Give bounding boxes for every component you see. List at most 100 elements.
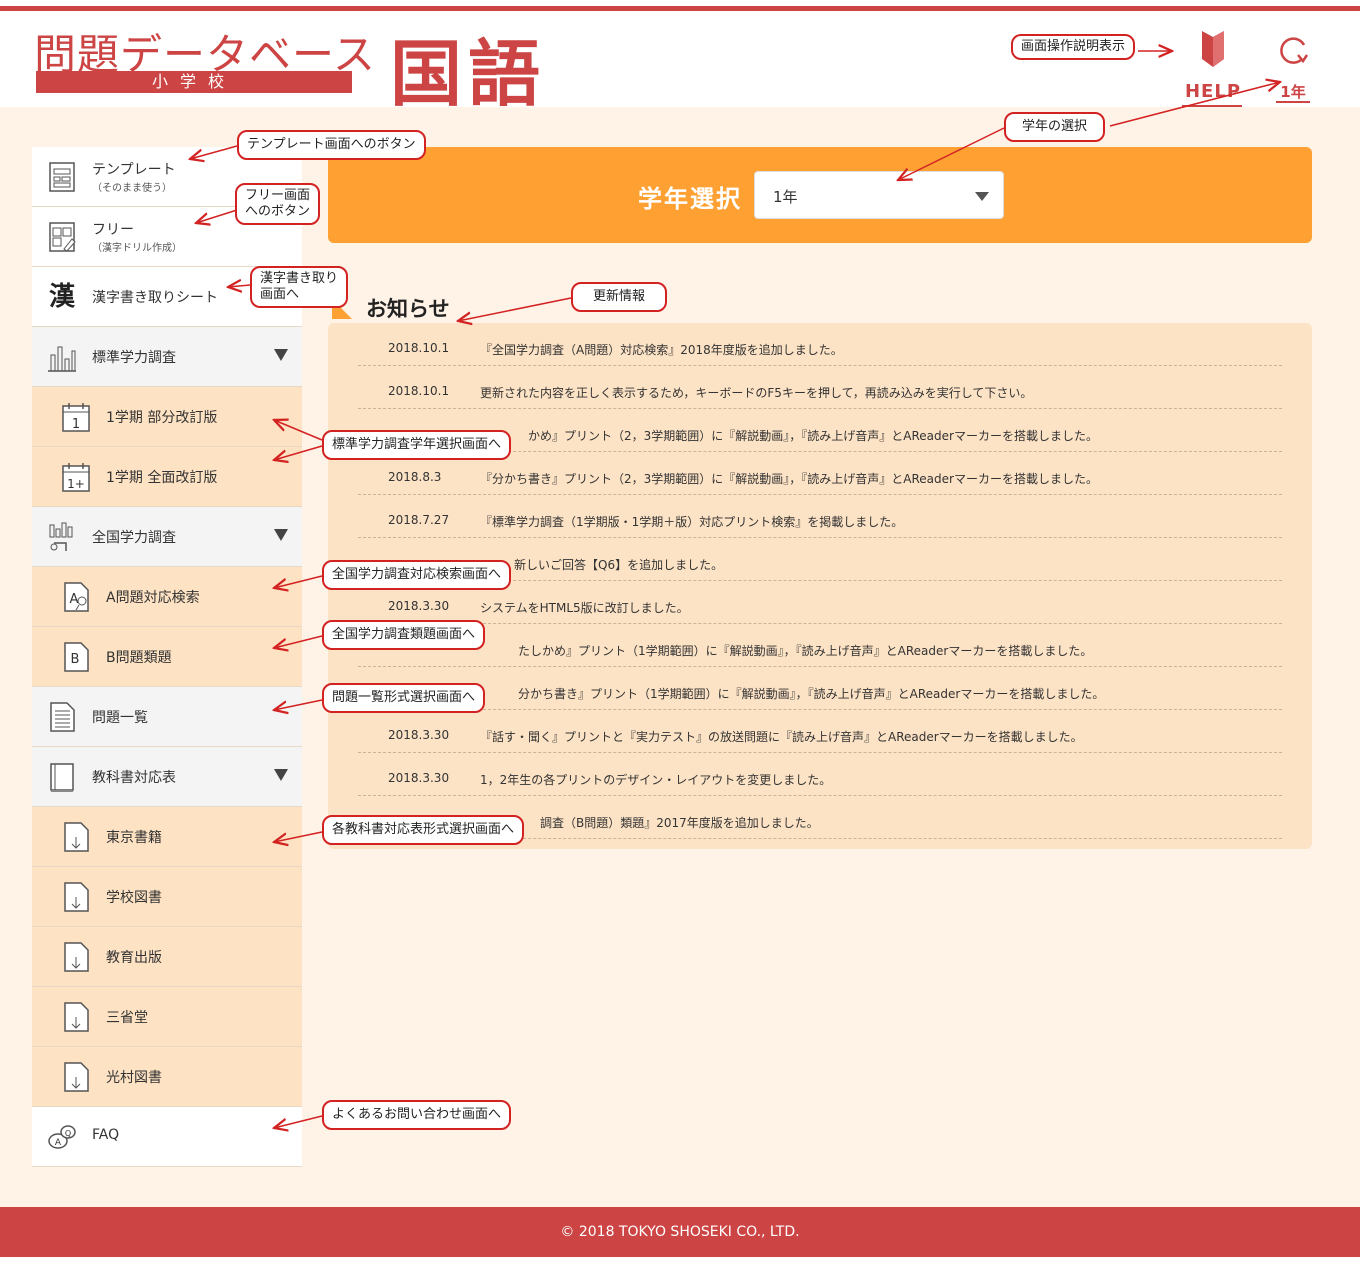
callout-free: フリー画面 へのボタン [235, 183, 321, 225]
callout-help: 画面操作説明表示 [1011, 34, 1136, 60]
callout-textbook: 各教科書対応表形式選択画面へ [322, 815, 525, 845]
sidebar-item-gakko-tosho[interactable]: 学校図書 [32, 867, 302, 927]
grade-selection-panel: 学年選択 1年 [328, 147, 1312, 243]
sidebar-item-standard-test[interactable]: 標準学力調査 [32, 327, 302, 387]
news-row: たしかめ』プリント（1学期範囲）に『解説動画』，『読み上げ音声』とAReader… [358, 624, 1282, 667]
news-text: 調査（B問題）類題』2017年度版を追加しました。 [540, 816, 819, 830]
help-button[interactable]: HELP [1180, 29, 1246, 107]
news-text: 分かち書き』プリント（1学期範囲）に『解説動画』，『読み上げ音声』とAReade… [518, 687, 1105, 701]
svg-text:A: A [55, 1138, 62, 1148]
callout-faq: よくあるお問い合わせ画面へ [322, 1100, 512, 1130]
sidebar-item-term1-full[interactable]: 1+ 1学期 全面改訂版 [32, 447, 302, 507]
news-row: 分かち書き』プリント（1学期範囲）に『解説動画』，『読み上げ音声』とAReade… [358, 667, 1282, 710]
news-text: 『全国学力調査（A問題）対応検索』2018年度版を追加しました。 [480, 343, 843, 357]
news-date: 2018.3.30 [388, 599, 450, 613]
svg-text:1: 1 [72, 417, 80, 432]
news-row: 2018.7.27 『標準学力調査（1学期版・1学期＋版）対応プリント検索』を掲載… [358, 495, 1282, 538]
news-title: お知らせ [366, 297, 450, 321]
callout-grade: 学年の選択 [1004, 112, 1106, 142]
svg-text:1+: 1+ [67, 477, 85, 491]
sidebar-item-label: 1学期 全面改訂版 [106, 470, 218, 486]
national-chart-icon [49, 522, 73, 551]
chevron-down-icon [274, 529, 288, 541]
sidebar-item-problem-list[interactable]: 問題一覧 [32, 687, 302, 747]
help-icon [1202, 31, 1224, 67]
grade-change-button[interactable]: 1年 [1272, 29, 1314, 103]
download-doc-icon [64, 942, 89, 972]
sidebar-item-sublabel: （そのまま使う） [92, 183, 172, 194]
free-icon [49, 222, 76, 252]
sidebar-item-label: 学校図書 [106, 890, 162, 906]
sidebar-item-faq[interactable]: AQ FAQ [32, 1107, 302, 1167]
news-text: 更新された内容を正しく表示するため，キーボードのF5キーを押して，再読み込みを実… [480, 386, 1033, 400]
news-text: かめ』プリント（2，3学期範囲）に『解説動画』，『読み上げ音声』とAReader… [528, 429, 1098, 443]
news-row: 2018.10.1 『全国学力調査（A問題）対応検索』2018年度版を追加しました… [358, 323, 1282, 366]
calendar-1-icon: 1 [62, 403, 90, 432]
sidebar-item-label: 全国学力調査 [92, 530, 176, 546]
svg-text:A: A [70, 592, 79, 607]
sidebar-item-label: 1学期 部分改訂版 [106, 410, 218, 426]
download-doc-icon [64, 822, 89, 852]
callout-kanji: 漢字書き取り 画面へ [250, 266, 349, 308]
help-label: HELP [1184, 81, 1242, 102]
sidebar-item-term1-partial[interactable]: 1 1学期 部分改訂版 [32, 387, 302, 447]
footer: © 2018 TOKYO SHOSEKI CO., LTD. [0, 1207, 1360, 1257]
sidebar-item-textbook-table[interactable]: 教科書対応表 [32, 747, 302, 807]
callout-template: テンプレート画面へのボタン [237, 130, 426, 160]
sidebar-item-sanseido[interactable]: 三省堂 [32, 987, 302, 1047]
chevron-down-icon [274, 349, 288, 361]
news-text: 新しいご回答【Q6】を追加しました。 [514, 558, 724, 572]
sidebar-item-sublabel: （漢字ドリル作成） [92, 243, 182, 254]
sidebar-item-mitsumura-tosho[interactable]: 光村図書 [32, 1047, 302, 1107]
news-text: 1，2年生の各プリントのデザイン・レイアウトを変更しました。 [480, 773, 832, 787]
sidebar-item-b-similar[interactable]: B B問題類題 [32, 627, 302, 687]
news-date: 2018.3.30 [388, 771, 450, 785]
news-text: 『話す・聞く』プリントと『実力テスト』の放送問題に『読み上げ音声』とAReade… [480, 730, 1083, 744]
sidebar-item-label: 標準学力調査 [92, 350, 176, 366]
sidebar-item-label: A問題対応検索 [106, 590, 200, 606]
grade-label: 1年 [1280, 83, 1306, 101]
sidebar-item-label: 教科書対応表 [92, 770, 176, 786]
news-date: 2018.3.30 [388, 728, 450, 742]
bar-chart-icon [48, 346, 76, 372]
grade-select[interactable]: 1年 [754, 171, 1004, 219]
sidebar-item-label: テンプレート [92, 162, 176, 178]
subject-title: 国語 [390, 32, 547, 116]
callout-national-b: 全国学力調査類題画面へ [322, 620, 486, 650]
callout-news: 更新情報 [571, 282, 668, 312]
calendar-1plus-icon: 1+ [62, 463, 90, 492]
sidebar-item-national-test[interactable]: 全国学力調査 [32, 507, 302, 567]
grade-selection-title: 学年選択 [638, 185, 742, 213]
news-text: 『分かち書き』プリント（2，3学期範囲）に『解説動画』，『読み上げ音声』とARe… [480, 472, 1098, 486]
news-date: 2018.8.3 [388, 470, 442, 484]
download-doc-icon [64, 1002, 89, 1032]
news-date: 2018.7.27 [388, 513, 450, 527]
news-date: 2018.10.1 [388, 341, 450, 355]
textbook-icon [50, 763, 74, 792]
sidebar-item-label: 教育出版 [106, 950, 162, 966]
main-area: テンプレート （そのまま使う） フリー （漢字ドリル作成） 漢 漢字書き取りシー… [0, 107, 1360, 1207]
sidebar-item-kyoiku-shuppan[interactable]: 教育出版 [32, 927, 302, 987]
news-date: 2018.10.1 [388, 384, 450, 398]
callout-standard: 標準学力調査学年選択画面へ [322, 430, 512, 460]
chevron-down-icon [274, 769, 288, 781]
sidebar-item-label: フリー [92, 222, 134, 238]
grade-select-value: 1年 [773, 188, 798, 206]
news-row: 2018.3.30 『話す・聞く』プリントと『実力テスト』の放送問題に『読み上げ音… [358, 710, 1282, 753]
sidebar-item-tokyo-shoseki[interactable]: 東京書籍 [32, 807, 302, 867]
download-doc-icon [64, 882, 89, 912]
template-icon [49, 162, 75, 192]
a-search-icon: A [64, 582, 89, 612]
sidebar-item-label: 問題一覧 [92, 710, 148, 726]
sidebar-item-label: 三省堂 [106, 1010, 148, 1026]
callout-list: 問題一覧形式選択画面へ [322, 683, 486, 713]
sidebar-item-label: 光村図書 [106, 1070, 162, 1086]
logo-subtitle: 小学校 [36, 71, 352, 93]
sidebar-item-a-search[interactable]: A A問題対応検索 [32, 567, 302, 627]
sidebar-item-label: 漢字書き取りシート [92, 290, 218, 306]
news-text: システムをHTML5版に改訂しました。 [480, 601, 689, 615]
svg-text:Q: Q [65, 1129, 71, 1138]
callout-national-a: 全国学力調査対応検索画面へ [322, 560, 512, 590]
list-doc-icon [50, 702, 75, 732]
header: 問題データベース 小学校 国語 HELP 1年 [0, 11, 1360, 116]
